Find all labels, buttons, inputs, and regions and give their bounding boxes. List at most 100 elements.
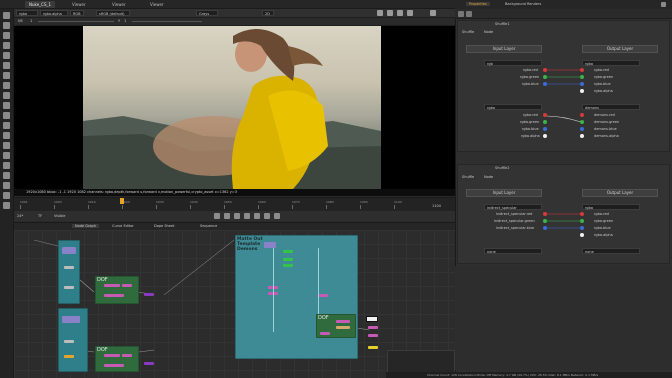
tab-viewer-1[interactable]: Viewer	[68, 1, 90, 8]
shuffle1-tab-shuffle[interactable]: Shuffle	[462, 30, 474, 34]
stop-icon[interactable]	[244, 213, 250, 219]
tab-node-graph[interactable]: Node Graph	[72, 224, 99, 228]
output-node-2[interactable]	[144, 362, 154, 365]
matte-read-node[interactable]	[264, 242, 276, 248]
output-node-1[interactable]	[144, 293, 154, 296]
tab-dope-sheet[interactable]: Dope Sheet	[154, 224, 174, 228]
dof-node-1b[interactable]	[122, 284, 132, 287]
dof-node-2c[interactable]	[104, 364, 124, 367]
out2-blue-dot[interactable]	[580, 127, 584, 131]
view-dropdown[interactable]: Grays	[196, 10, 218, 16]
dof-node-2b[interactable]	[122, 354, 132, 357]
shuffle2-input2-dropdown[interactable]: none	[484, 248, 542, 254]
layer-dropdown[interactable]: rgba.alpha	[40, 10, 68, 16]
gain-slider[interactable]	[38, 21, 114, 22]
out2-alpha-dot[interactable]	[580, 134, 584, 138]
clear-panels-icon[interactable]	[466, 11, 472, 17]
play-backward-icon[interactable]	[234, 213, 240, 219]
goto-start-icon[interactable]	[214, 213, 220, 219]
roi-icon[interactable]	[387, 10, 393, 16]
image-tool-icon[interactable]	[3, 22, 10, 29]
play-forward-icon[interactable]	[254, 213, 260, 219]
lock-icon[interactable]	[377, 10, 383, 16]
other-tool-icon[interactable]	[3, 172, 10, 179]
channel-tool-icon[interactable]	[3, 52, 10, 59]
time-tool-icon[interactable]	[3, 42, 10, 49]
shuffle1-title[interactable]: Shuffle1	[495, 22, 509, 26]
gamma-slider[interactable]	[132, 21, 202, 22]
output-white-node[interactable]	[366, 316, 378, 322]
tab-sequence[interactable]: Sequence	[200, 224, 217, 228]
shuffle2-tab-shuffle[interactable]: Shuffle	[462, 175, 474, 179]
keyer-tool-icon[interactable]	[3, 82, 10, 89]
plugins-tool-icon[interactable]	[3, 202, 10, 209]
read-node-1[interactable]	[62, 247, 76, 254]
matte-green-3[interactable]	[283, 264, 293, 267]
shuffle2-input1-dropdown[interactable]: indirect_specular	[484, 204, 542, 210]
shuffle1-output2-dropdown[interactable]: demons	[582, 104, 640, 110]
select-tool-icon[interactable]	[3, 12, 10, 19]
color-tool-icon[interactable]	[3, 62, 10, 69]
shuffle2-output1-dropdown[interactable]: rgba	[582, 204, 640, 210]
cara-tool-icon[interactable]	[3, 182, 10, 189]
tab-background-renders[interactable]: Background Renders	[505, 2, 541, 6]
transform-tool-icon[interactable]	[3, 102, 10, 109]
matte-green-1[interactable]	[283, 250, 293, 253]
shuffle2-title[interactable]: Shuffle2	[495, 166, 509, 170]
node-2b[interactable]	[64, 355, 74, 358]
out2-red-dot[interactable]	[580, 113, 584, 117]
tab-script[interactable]: Nuke_CS_1	[25, 1, 56, 8]
gain-value[interactable]: 1	[30, 19, 32, 23]
metadata-tool-icon[interactable]	[3, 132, 10, 139]
dof-node-2a[interactable]	[104, 354, 120, 357]
playhead[interactable]	[120, 198, 124, 204]
in2-green-dot[interactable]	[543, 120, 547, 124]
merge-tool-icon[interactable]	[3, 92, 10, 99]
particles-tool-icon[interactable]	[3, 142, 10, 149]
channels-dropdown[interactable]: rgba	[16, 10, 38, 16]
output-pink-node-2[interactable]	[368, 334, 378, 337]
dof-node-3a[interactable]	[336, 320, 350, 323]
shuffle1-tab-node[interactable]: Node	[484, 30, 493, 34]
tab-properties[interactable]: Properties	[466, 2, 490, 6]
display-dropdown[interactable]: sRGB (default)	[96, 10, 130, 16]
matte-green-2[interactable]	[283, 258, 293, 261]
shuffle1-output1-dropdown[interactable]: rgba	[582, 60, 640, 66]
max-panels-icon[interactable]	[458, 11, 464, 17]
frame-range-visible[interactable]: Visible	[54, 214, 65, 218]
node-1b[interactable]	[64, 286, 74, 289]
matte-pink-3[interactable]	[318, 294, 328, 297]
toolsets-icon[interactable]	[3, 162, 10, 169]
shuffle1-input2-dropdown[interactable]: rgba	[484, 104, 542, 110]
dof-node-3c[interactable]	[320, 332, 330, 335]
read-node-2[interactable]	[62, 316, 80, 323]
pause-icon[interactable]	[397, 10, 403, 16]
tab-curve-editor[interactable]: Curve Editor	[112, 224, 134, 228]
dof-node-3b[interactable]	[336, 326, 350, 329]
dof-node-1c[interactable]	[104, 294, 124, 297]
colorspace-dropdown[interactable]: RGB	[70, 10, 84, 16]
shuffle1-input1-dropdown[interactable]: rgb	[484, 60, 542, 66]
step-back-icon[interactable]	[224, 213, 230, 219]
in2-blue-dot[interactable]	[543, 127, 547, 131]
views-tool-icon[interactable]	[3, 122, 10, 129]
3d-tool-icon[interactable]	[3, 112, 10, 119]
in2-alpha-dot[interactable]	[543, 134, 547, 138]
step-forward-icon[interactable]	[264, 213, 270, 219]
gamma-value[interactable]: 1	[124, 19, 126, 23]
panel-close-icon[interactable]	[661, 2, 666, 7]
out2-green-dot[interactable]	[580, 120, 584, 124]
output-pink-node[interactable]	[368, 326, 378, 329]
deep-tool-icon[interactable]	[3, 152, 10, 159]
dof-node-1a[interactable]	[104, 284, 120, 287]
shuffle2-output2-dropdown[interactable]: none	[582, 248, 640, 254]
goto-end-icon[interactable]	[274, 213, 280, 219]
timeline-end-frame[interactable]: 1104	[432, 204, 441, 208]
draw-tool-icon[interactable]	[3, 32, 10, 39]
refresh-icon[interactable]	[407, 10, 413, 16]
tab-viewer-3[interactable]: Viewer	[146, 1, 168, 8]
timeline-ruler[interactable]: 1001 1003 1014 1023 1033 1043 1053 1063 1073 1083…	[20, 200, 428, 209]
tab-viewer-2[interactable]: Viewer	[108, 1, 130, 8]
node-1a[interactable]	[64, 266, 74, 269]
ml-tool-icon[interactable]	[3, 192, 10, 199]
